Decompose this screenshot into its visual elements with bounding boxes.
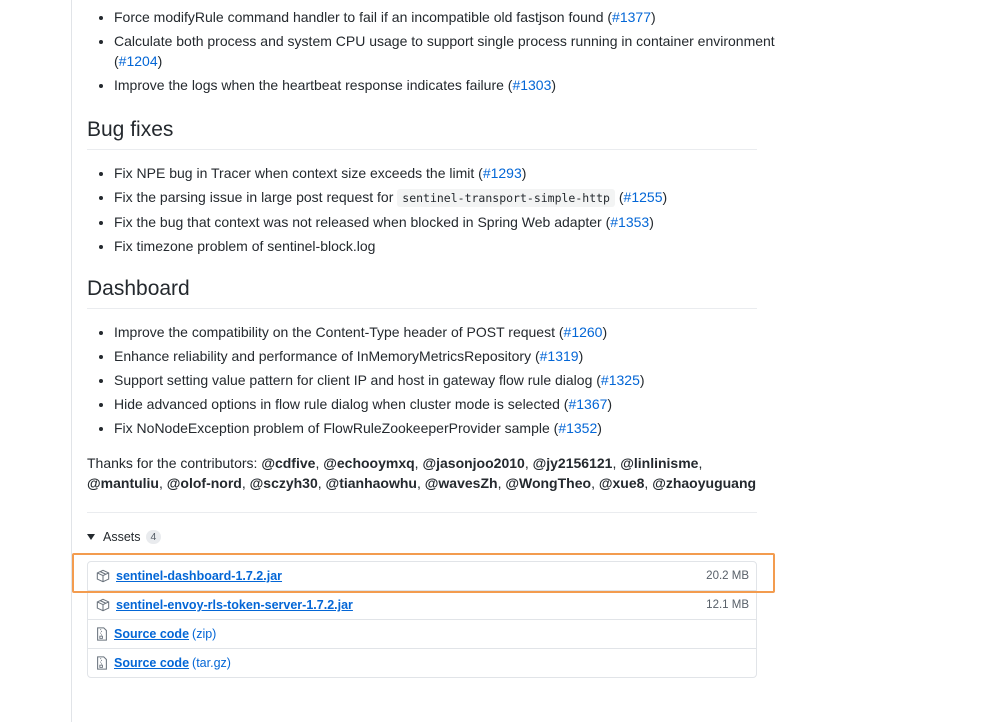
package-icon <box>96 598 110 612</box>
source-row[interactable]: Source code (tar.gz) <box>88 648 756 677</box>
list-item: Fix timezone problem of sentinel-block.l… <box>114 236 784 256</box>
list-item: Improve the logs when the heartbeat resp… <box>114 75 784 95</box>
contributor-mention[interactable]: @tianhaowhu <box>326 475 417 491</box>
contributor-mention[interactable]: @zhaoyuguang <box>652 475 756 491</box>
asset-size: 12.1 MB <box>706 599 749 611</box>
contributor-mention[interactable]: @sczyh30 <box>250 475 318 491</box>
bug-fixes-list: Fix NPE bug in Tracer when context size … <box>87 163 784 260</box>
list-item: Fix NPE bug in Tracer when context size … <box>114 163 784 183</box>
archive-type: (tar.gz) <box>192 656 231 670</box>
contributor-mention[interactable]: @jy2156121 <box>533 455 613 471</box>
highlight-box <box>72 553 775 593</box>
contributor-mention[interactable]: @olof-nord <box>167 475 242 491</box>
contributor-mention[interactable]: @WongTheo <box>505 475 591 491</box>
issue-link[interactable]: #1303 <box>512 77 551 93</box>
issue-link[interactable]: #1260 <box>564 324 603 340</box>
list-item: Hide advanced options in flow rule dialo… <box>114 394 784 414</box>
issue-link[interactable]: #1367 <box>568 396 607 412</box>
contributor-mention[interactable]: @wavesZh <box>425 475 498 491</box>
asset-row[interactable]: sentinel-envoy-rls-token-server-1.7.2.ja… <box>88 590 756 619</box>
assets-divider <box>87 512 757 513</box>
assets-toggle[interactable]: Assets 4 <box>87 530 162 544</box>
issue-link[interactable]: #1255 <box>624 189 663 205</box>
issue-link[interactable]: #1325 <box>601 372 640 388</box>
caret-down-icon <box>87 534 95 540</box>
issue-link[interactable]: #1204 <box>119 53 158 69</box>
dashboard-list: Improve the compatibility on the Content… <box>87 322 784 442</box>
file-zip-icon <box>96 656 108 670</box>
list-item: Fix the parsing issue in large post requ… <box>114 187 784 208</box>
issue-link[interactable]: #1293 <box>483 165 522 181</box>
archive-type: (zip) <box>192 627 217 641</box>
assets-count-badge: 4 <box>145 530 162 544</box>
asset-link[interactable]: sentinel-envoy-rls-token-server-1.7.2.ja… <box>116 598 353 612</box>
issue-link[interactable]: #1352 <box>558 420 597 436</box>
source-code-link[interactable]: Source code <box>114 627 189 641</box>
list-item: Improve the compatibility on the Content… <box>114 322 784 342</box>
contributor-mention[interactable]: @echooymxq <box>323 455 414 471</box>
list-item: Enhance reliability and performance of I… <box>114 346 784 366</box>
bug-fixes-heading: Bug fixes <box>87 117 757 150</box>
list-item: Fix the bug that context was not release… <box>114 212 784 232</box>
list-item: Support setting value pattern for client… <box>114 370 784 390</box>
source-row[interactable]: Source code (zip) <box>88 619 756 648</box>
issue-link[interactable]: #1353 <box>610 214 649 230</box>
list-item: Calculate both process and system CPU us… <box>114 31 784 71</box>
list-item: Force modifyRule command handler to fail… <box>114 7 784 27</box>
inline-code: sentinel-transport-simple-http <box>397 189 615 207</box>
issue-link[interactable]: #1319 <box>540 348 579 364</box>
file-zip-icon <box>96 627 108 641</box>
dashboard-heading: Dashboard <box>87 276 757 309</box>
contributor-mention[interactable]: @linlinisme <box>620 455 698 471</box>
source-code-link[interactable]: Source code <box>114 656 189 670</box>
contributor-mention[interactable]: @mantuliu <box>87 475 159 491</box>
contributor-mention[interactable]: @jasonjoo2010 <box>422 455 524 471</box>
timeline-rule <box>71 0 72 722</box>
issue-link[interactable]: #1377 <box>612 9 651 25</box>
contributor-mention[interactable]: @xue8 <box>599 475 645 491</box>
contributors-paragraph: Thanks for the contributors: @cdfive, @e… <box>87 455 757 491</box>
improvements-list: Force modifyRule command handler to fail… <box>87 7 784 99</box>
contributor-mention[interactable]: @cdfive <box>261 455 315 471</box>
list-item: Fix NoNodeException problem of FlowRuleZ… <box>114 418 784 438</box>
